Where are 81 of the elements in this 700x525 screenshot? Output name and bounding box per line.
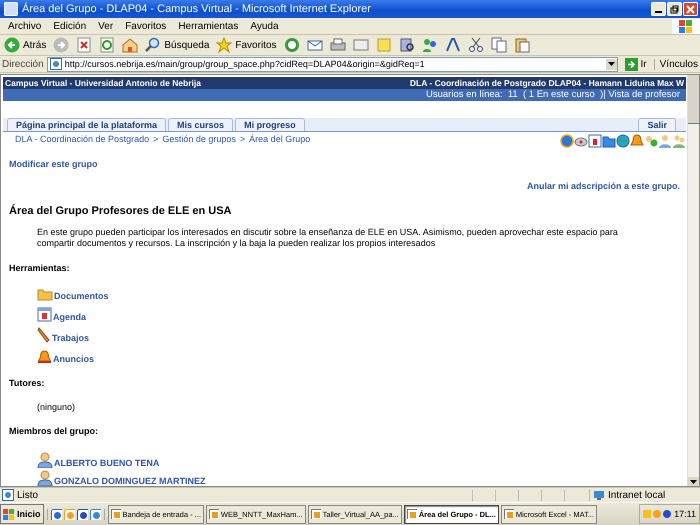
folder-icon[interactable] [602, 134, 616, 148]
window-icon [504, 509, 514, 519]
menu-item[interactable]: Ayuda [244, 20, 285, 32]
star-icon [216, 37, 232, 53]
user-icon [37, 470, 53, 486]
favorites-button[interactable]: Favoritos [214, 36, 279, 54]
windows-logo-icon [672, 18, 700, 34]
breadcrumb-separator: > [240, 134, 246, 144]
status-text: Listo [2, 489, 470, 501]
maximize-icon [670, 4, 679, 14]
bell-icon [37, 350, 52, 364]
section-heading: Miembros del grupo: [9, 426, 100, 436]
online-users-text: Usuarios en línea: 11 ( 1 En este curso )| Vista de profesor [426, 89, 680, 100]
search-icon [145, 37, 162, 53]
breadcrumb-separator: > [153, 134, 158, 144]
windows-logo-icon [3, 508, 15, 520]
close-button[interactable] [683, 2, 698, 16]
nav-tab[interactable]: Página principal de la plataforma [7, 118, 166, 131]
menu-item[interactable]: Favoritos [119, 20, 172, 32]
home-button[interactable] [120, 36, 140, 54]
calendar-icon [37, 307, 52, 322]
monitor-icon [593, 489, 605, 501]
arrow-icon [624, 58, 638, 70]
folder-icon [37, 287, 53, 301]
logout-tab[interactable]: Salir [638, 118, 676, 131]
minimize-button[interactable] [651, 2, 666, 16]
tool-link[interactable]: Documentos [54, 291, 109, 301]
copy-button[interactable] [488, 36, 509, 54]
search-button[interactable]: Búsqueda [143, 36, 212, 54]
window-icon [110, 509, 121, 519]
tutors-text: (ninguno) [37, 402, 76, 412]
scroll-thumb[interactable] [688, 75, 699, 124]
user-icon [37, 452, 53, 468]
dropdown-button[interactable] [606, 58, 617, 70]
window-icon [406, 509, 417, 519]
scroll-down-button[interactable] [688, 477, 699, 486]
clock: 17:11 [674, 509, 696, 519]
course-title: DLA - Coordinación de Postgrado DLAP04 - Hamann Liduina Max W [410, 77, 684, 89]
address-field[interactable]: http://cursos.nebrija.es/main/group/group_space.php?cidReq=DLAP04&origin=&gidReq=1 [46, 56, 618, 72]
tool-link[interactable]: Trabajos [52, 333, 90, 343]
calendar-icon[interactable] [588, 134, 602, 148]
tray-icons-drawing [643, 508, 672, 520]
breadcrumb-link[interactable]: Gestión de grupos [162, 134, 236, 144]
browser-icon[interactable] [50, 508, 62, 520]
menu-item[interactable]: Herramientas [172, 20, 244, 32]
tool-link[interactable]: Agenda [53, 312, 86, 322]
bell-icon[interactable] [630, 134, 644, 148]
security-zone: Intranet local [589, 489, 698, 501]
nav-tab[interactable]: Mis cursos [168, 118, 234, 131]
member-link[interactable]: GONZALO DOMINGUEZ MARTINEZ [54, 476, 206, 486]
modify-group-link[interactable]: Modificar este grupo [9, 159, 680, 169]
tool-link[interactable]: Anuncios [53, 354, 94, 364]
start-button[interactable]: Inicio [0, 504, 44, 524]
app-icon[interactable] [90, 508, 101, 520]
pencil-icon [37, 327, 51, 343]
group-description: En este grupo pueden participar los interesados en discutir sobre la enseñanza de ELE en USA. Asimismo, pueden aprovechar este espacio para compartir documentos y recursos. La inscripción y la baja la pueden realizar los propios interesados [37, 227, 619, 249]
go-button[interactable]: Ir [620, 58, 651, 70]
maximize-button[interactable] [667, 2, 682, 16]
menu-item[interactable]: Ver [92, 20, 120, 32]
minimize-icon [655, 10, 662, 12]
site-title: Campus Virtual - Universidad Antonio de Nebrija [5, 77, 202, 89]
group-heading: Área del Grupo Profesores de ELE en USA [9, 205, 233, 217]
page-icon [50, 58, 62, 70]
nav-tab[interactable]: Mi progreso [235, 118, 305, 131]
links-button[interactable]: Vínculos [654, 58, 698, 70]
scrollbar[interactable] [687, 75, 699, 486]
caret-icon [608, 62, 615, 66]
window-icon [208, 509, 219, 519]
menu-item[interactable]: Edición [47, 20, 92, 32]
section-heading: Tutores: [9, 378, 46, 388]
section-heading: Herramientas: [9, 263, 71, 273]
breadcrumb-link[interactable]: Área del Grupo [249, 134, 310, 144]
breadcrumb-link[interactable]: DLA - Coordinación de Postgrado [15, 134, 150, 144]
window-icon [310, 509, 321, 519]
address-label: Dirección [2, 58, 44, 70]
browser-icon [4, 2, 18, 16]
member-link[interactable]: ALBERTO BUENO TENA [54, 458, 160, 468]
back-button[interactable]: Atrás [2, 36, 48, 54]
window-title: Área del Grupo - DLAP04 - Campus Virtual - Microsoft Internet Explorer [22, 3, 372, 15]
unsubscribe-link[interactable]: Anular mi adscripción a este grupo. [526, 181, 680, 191]
menu-item[interactable]: Archivo [2, 20, 48, 32]
